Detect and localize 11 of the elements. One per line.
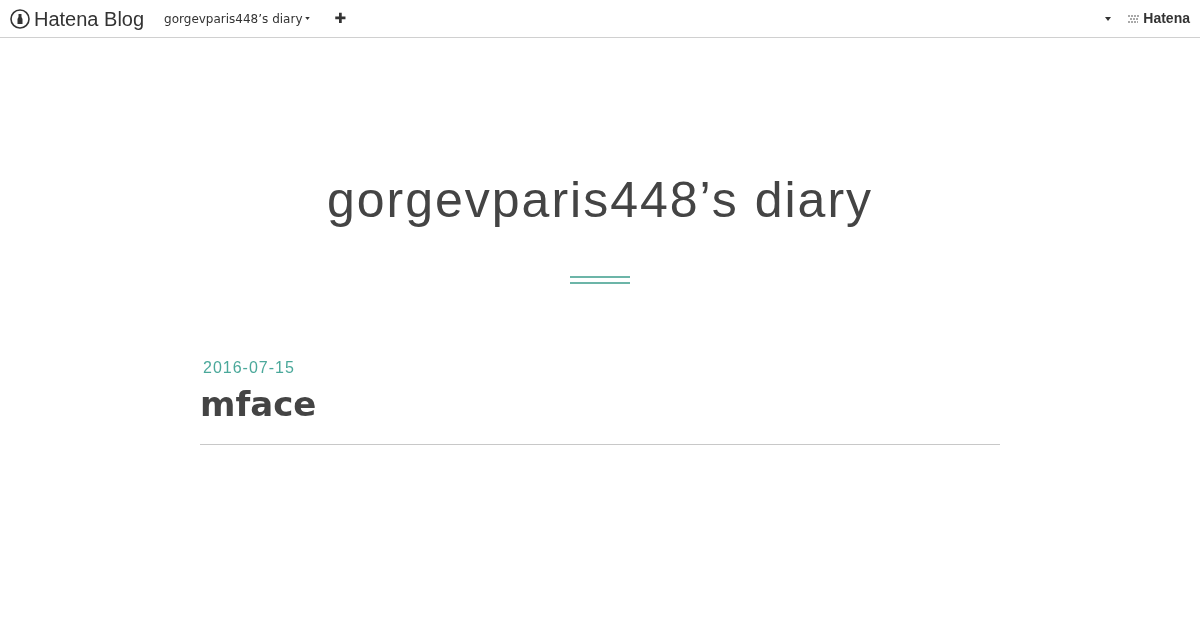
blog-menu[interactable]: gorgevparis448’s diary [164, 9, 311, 28]
add-button[interactable]: ✚ [334, 8, 347, 29]
hatena-blog-logo[interactable]: Hatena Blog [34, 3, 145, 34]
logo-icon [10, 8, 30, 29]
caret-icon [305, 17, 311, 20]
title-ornament [570, 276, 630, 284]
hatena-logo[interactable]: Hatena [1143, 8, 1190, 29]
caret-icon[interactable] [1105, 16, 1112, 21]
hatena-logo-icon [1127, 13, 1142, 24]
entry-title[interactable]: mface [200, 382, 1000, 426]
blog-title[interactable]: gorgevparis448’s diary [326, 168, 874, 232]
